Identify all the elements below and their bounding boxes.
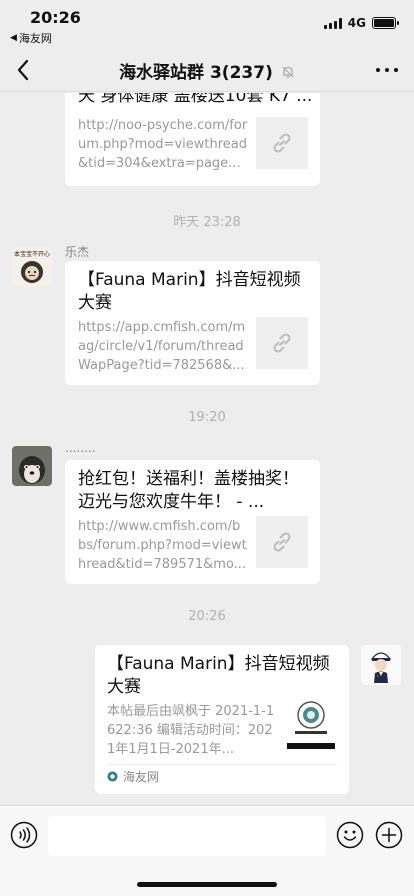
link-card-desc: http://noo-psyche.com/forum.php?mod=view…	[78, 118, 248, 171]
link-card-desc: https://app.cmfish.com/mag/circle/v1/for…	[78, 320, 246, 373]
message-input[interactable]	[48, 816, 326, 856]
timestamp: 20:26	[188, 609, 226, 624]
avatar-image	[361, 645, 401, 685]
link-icon	[273, 532, 291, 552]
sender-name: ........	[65, 441, 96, 455]
link-card-message[interactable]: 天 身体健康 盖楼送10套 K7 ... http://noo-psyche.c…	[65, 93, 320, 186]
avatar[interactable]: 本宝宝不开心	[12, 247, 52, 287]
back-to-app-link[interactable]: ◀ 海友网	[10, 30, 52, 46]
mini-card-desc: 本帖最后由飒枫于 2021-1-1622:36 编辑活动时间：2021年1月1日…	[107, 704, 275, 757]
status-bar: 20:26 ◀ 海友网 4G	[0, 0, 414, 48]
link-thumbnail	[256, 516, 308, 568]
home-indicator[interactable]	[137, 882, 277, 887]
battery-icon	[372, 17, 399, 29]
link-card-message[interactable]: 【Fauna Marin】抖音短视频大赛 https://app.cmfish.…	[65, 261, 320, 385]
link-icon	[273, 333, 291, 353]
avatar-image	[12, 446, 52, 486]
link-card-desc: http://www.cmfish.com/bbs/forum.php?mod=…	[78, 519, 247, 572]
chat-messages[interactable]: 天 身体健康 盖楼送10套 K7 ... http://noo-psyche.c…	[0, 93, 414, 805]
source-logo-icon	[107, 771, 118, 782]
link-card-title: 抢红包！送福利！盖楼抽奖！迈光与您欢度牛年！ - ...	[78, 469, 299, 512]
avatar-image: 本宝宝不开心	[12, 247, 52, 287]
plus-circle-icon[interactable]	[375, 821, 403, 849]
network-type: 4G	[347, 16, 366, 30]
voice-icon[interactable]	[10, 821, 38, 849]
more-dot	[376, 68, 380, 72]
bell-off-icon	[282, 66, 294, 78]
link-card-message[interactable]: 抢红包！送福利！盖楼抽奖！迈光与您欢度牛年！ - ... http://www.…	[65, 460, 320, 584]
timestamp: 昨天 23:28	[173, 215, 241, 230]
back-triangle-icon: ◀	[10, 33, 17, 43]
mini-card-divider	[107, 764, 337, 765]
link-thumbnail	[256, 117, 308, 169]
timestamp: 19:20	[188, 410, 226, 425]
mini-card-source-label: 海友网	[123, 770, 160, 784]
back-app-label: 海友网	[18, 32, 52, 45]
qr-logo-image	[287, 701, 335, 749]
chat-header: 海水驿站群 3(237)	[0, 48, 414, 92]
mini-card-source: 海友网	[107, 768, 159, 785]
chat-title-wrap: 海水驿站群 3(237)	[0, 58, 414, 83]
more-dot	[394, 68, 398, 72]
link-thumbnail	[256, 317, 308, 369]
link-icon	[273, 133, 291, 153]
mini-card-thumbnail	[285, 697, 337, 749]
emoji-icon[interactable]	[336, 821, 364, 849]
sender-name: 乐杰	[65, 245, 90, 259]
mini-program-card[interactable]: 【Fauna Marin】抖音短视频大赛 本帖最后由飒枫于 2021-1-162…	[95, 645, 349, 794]
self-avatar[interactable]	[361, 645, 401, 685]
more-button[interactable]	[376, 59, 398, 81]
signal-icon	[323, 17, 342, 29]
mini-card-title: 【Fauna Marin】抖音短视频大赛	[107, 654, 330, 697]
chat-title: 海水驿站群 3(237)	[119, 63, 273, 83]
more-dot	[385, 68, 389, 72]
status-right: 4G	[323, 16, 399, 30]
avatar[interactable]	[12, 446, 52, 486]
status-time: 20:26	[30, 8, 81, 27]
link-card-title: 天 身体健康 盖楼送10套 K7 ...	[78, 93, 313, 106]
svg-text:本宝宝不开心: 本宝宝不开心	[14, 250, 50, 258]
link-card-title: 【Fauna Marin】抖音短视频大赛	[78, 270, 301, 313]
